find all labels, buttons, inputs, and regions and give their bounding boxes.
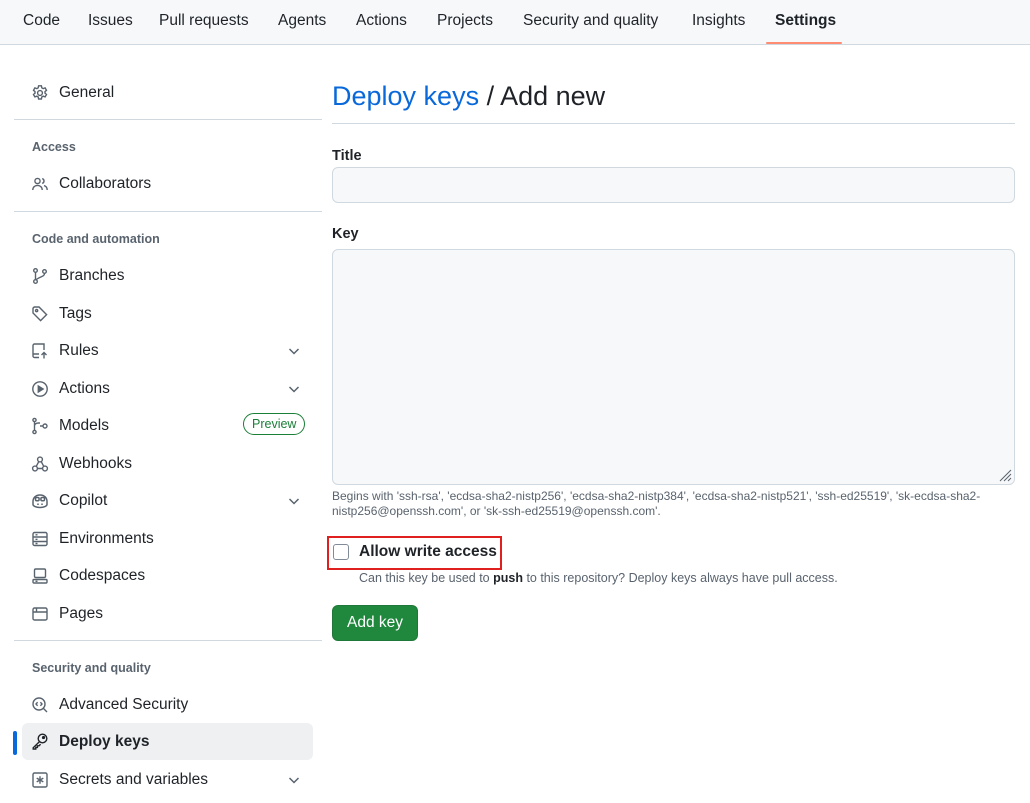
sidebar-divider [14, 119, 322, 120]
browser-icon [31, 605, 49, 623]
sidebar-item-label: Tags [59, 305, 92, 322]
tab-actions[interactable]: Actions [356, 0, 407, 44]
tab-pull-requests[interactable]: Pull requests [159, 0, 249, 44]
webhook-icon [31, 455, 49, 473]
chevron-down-icon[interactable] [287, 773, 301, 787]
sidebar-item-label: Codespaces [59, 567, 146, 584]
sidebar-item-label: Models [59, 417, 109, 434]
sidebar-item-general[interactable]: General [22, 75, 313, 111]
sidebar-item-deploy-keys[interactable]: Deploy keys [22, 723, 313, 760]
sidebar-heading-security-and-quality: Security and quality [32, 661, 151, 675]
sidebar-item-label: Copilot [59, 492, 108, 509]
sidebar-item-models[interactable]: Models Preview [22, 408, 313, 444]
git-branch-icon [31, 267, 49, 285]
page-title: Deploy keys / Add new [332, 78, 605, 114]
breadcrumb-deploy-keys-link[interactable]: Deploy keys [332, 81, 479, 111]
sidebar-divider [14, 640, 322, 641]
add-key-button[interactable]: Add key [332, 605, 418, 641]
sidebar-item-branches[interactable]: Branches [22, 258, 313, 294]
sidebar-item-label: Advanced Security [59, 696, 189, 713]
sidebar-divider [14, 211, 322, 212]
copilot-icon [31, 492, 49, 510]
key-field-label: Key [332, 226, 359, 242]
sidebar-item-label: Pages [59, 605, 103, 622]
sidebar-item-copilot[interactable]: Copilot [22, 483, 313, 519]
resize-handle-icon[interactable] [996, 466, 1012, 482]
gear-icon [31, 84, 49, 102]
people-icon [31, 175, 49, 193]
sidebar-item-label: Rules [59, 342, 99, 359]
write-access-description: Can this key be used to push to this rep… [359, 571, 838, 585]
sidebar-item-label: Branches [59, 267, 125, 284]
repo-top-nav: Code Issues Pull requests Agents Actions… [0, 0, 1030, 45]
title-field-label: Title [332, 148, 362, 164]
ai-model-icon [31, 417, 49, 435]
sidebar-item-label: Webhooks [59, 455, 132, 472]
chevron-down-icon[interactable] [287, 382, 301, 396]
codespaces-icon [31, 567, 49, 585]
key-icon [31, 732, 49, 750]
sidebar-heading-access: Access [32, 140, 76, 154]
chevron-down-icon[interactable] [287, 494, 301, 508]
write-access-desc-part: to this repository? Deploy keys always h… [522, 571, 838, 585]
sidebar-item-collaborators[interactable]: Collaborators [22, 166, 313, 202]
codescan-icon [31, 696, 49, 714]
sidebar-item-secrets-and-variables[interactable]: Secrets and variables [22, 762, 313, 798]
sidebar-item-pages[interactable]: Pages [22, 596, 313, 632]
asterisk-icon [31, 771, 49, 789]
sidebar-item-advanced-security[interactable]: Advanced Security [22, 687, 313, 723]
tab-issues[interactable]: Issues [88, 0, 133, 44]
allow-write-access-checkbox[interactable] [333, 544, 349, 560]
tab-projects[interactable]: Projects [437, 0, 493, 44]
sidebar-item-label: Secrets and variables [59, 771, 209, 788]
preview-badge: Preview [243, 413, 306, 435]
sidebar-item-label: Collaborators [59, 175, 152, 192]
active-item-indicator [13, 731, 17, 755]
sidebar-item-environments[interactable]: Environments [22, 521, 313, 557]
active-tab-underline [766, 42, 842, 44]
chevron-down-icon[interactable] [287, 344, 301, 358]
tab-code[interactable]: Code [23, 0, 60, 44]
sidebar-item-label: General [59, 84, 115, 101]
breadcrumb-separator: / [479, 81, 501, 111]
sidebar-item-codespaces[interactable]: Codespaces [22, 558, 313, 594]
sidebar-item-label: Environments [59, 530, 154, 547]
sidebar-item-tags[interactable]: Tags [22, 296, 313, 332]
title-divider [332, 123, 1015, 124]
repo-push-icon [31, 342, 49, 360]
key-format-help-text: Begins with 'ssh-rsa', 'ecdsa-sha2-nistp… [332, 489, 981, 518]
server-icon [31, 530, 49, 548]
play-icon [31, 380, 49, 398]
tab-settings[interactable]: Settings [775, 0, 836, 44]
sidebar-item-webhooks[interactable]: Webhooks [22, 446, 313, 482]
write-access-desc-emphasis: push [493, 571, 523, 585]
write-access-desc-part: Can this key be used to [359, 571, 494, 585]
title-input[interactable] [332, 167, 1015, 203]
tab-agents[interactable]: Agents [278, 0, 326, 44]
key-textarea[interactable] [332, 249, 1015, 485]
allow-write-access-label[interactable]: Allow write access [359, 543, 497, 561]
breadcrumb-current: Add new [500, 81, 606, 111]
tab-insights[interactable]: Insights [692, 0, 745, 44]
sidebar-heading-code-and-automation: Code and automation [32, 232, 160, 246]
sidebar-item-label: Deploy keys [59, 733, 150, 750]
sidebar-item-actions[interactable]: Actions [22, 371, 313, 407]
sidebar-item-label: Actions [59, 380, 110, 397]
tag-icon [31, 305, 49, 323]
tab-security-and-quality[interactable]: Security and quality [523, 0, 658, 44]
sidebar-item-rules[interactable]: Rules [22, 333, 313, 369]
